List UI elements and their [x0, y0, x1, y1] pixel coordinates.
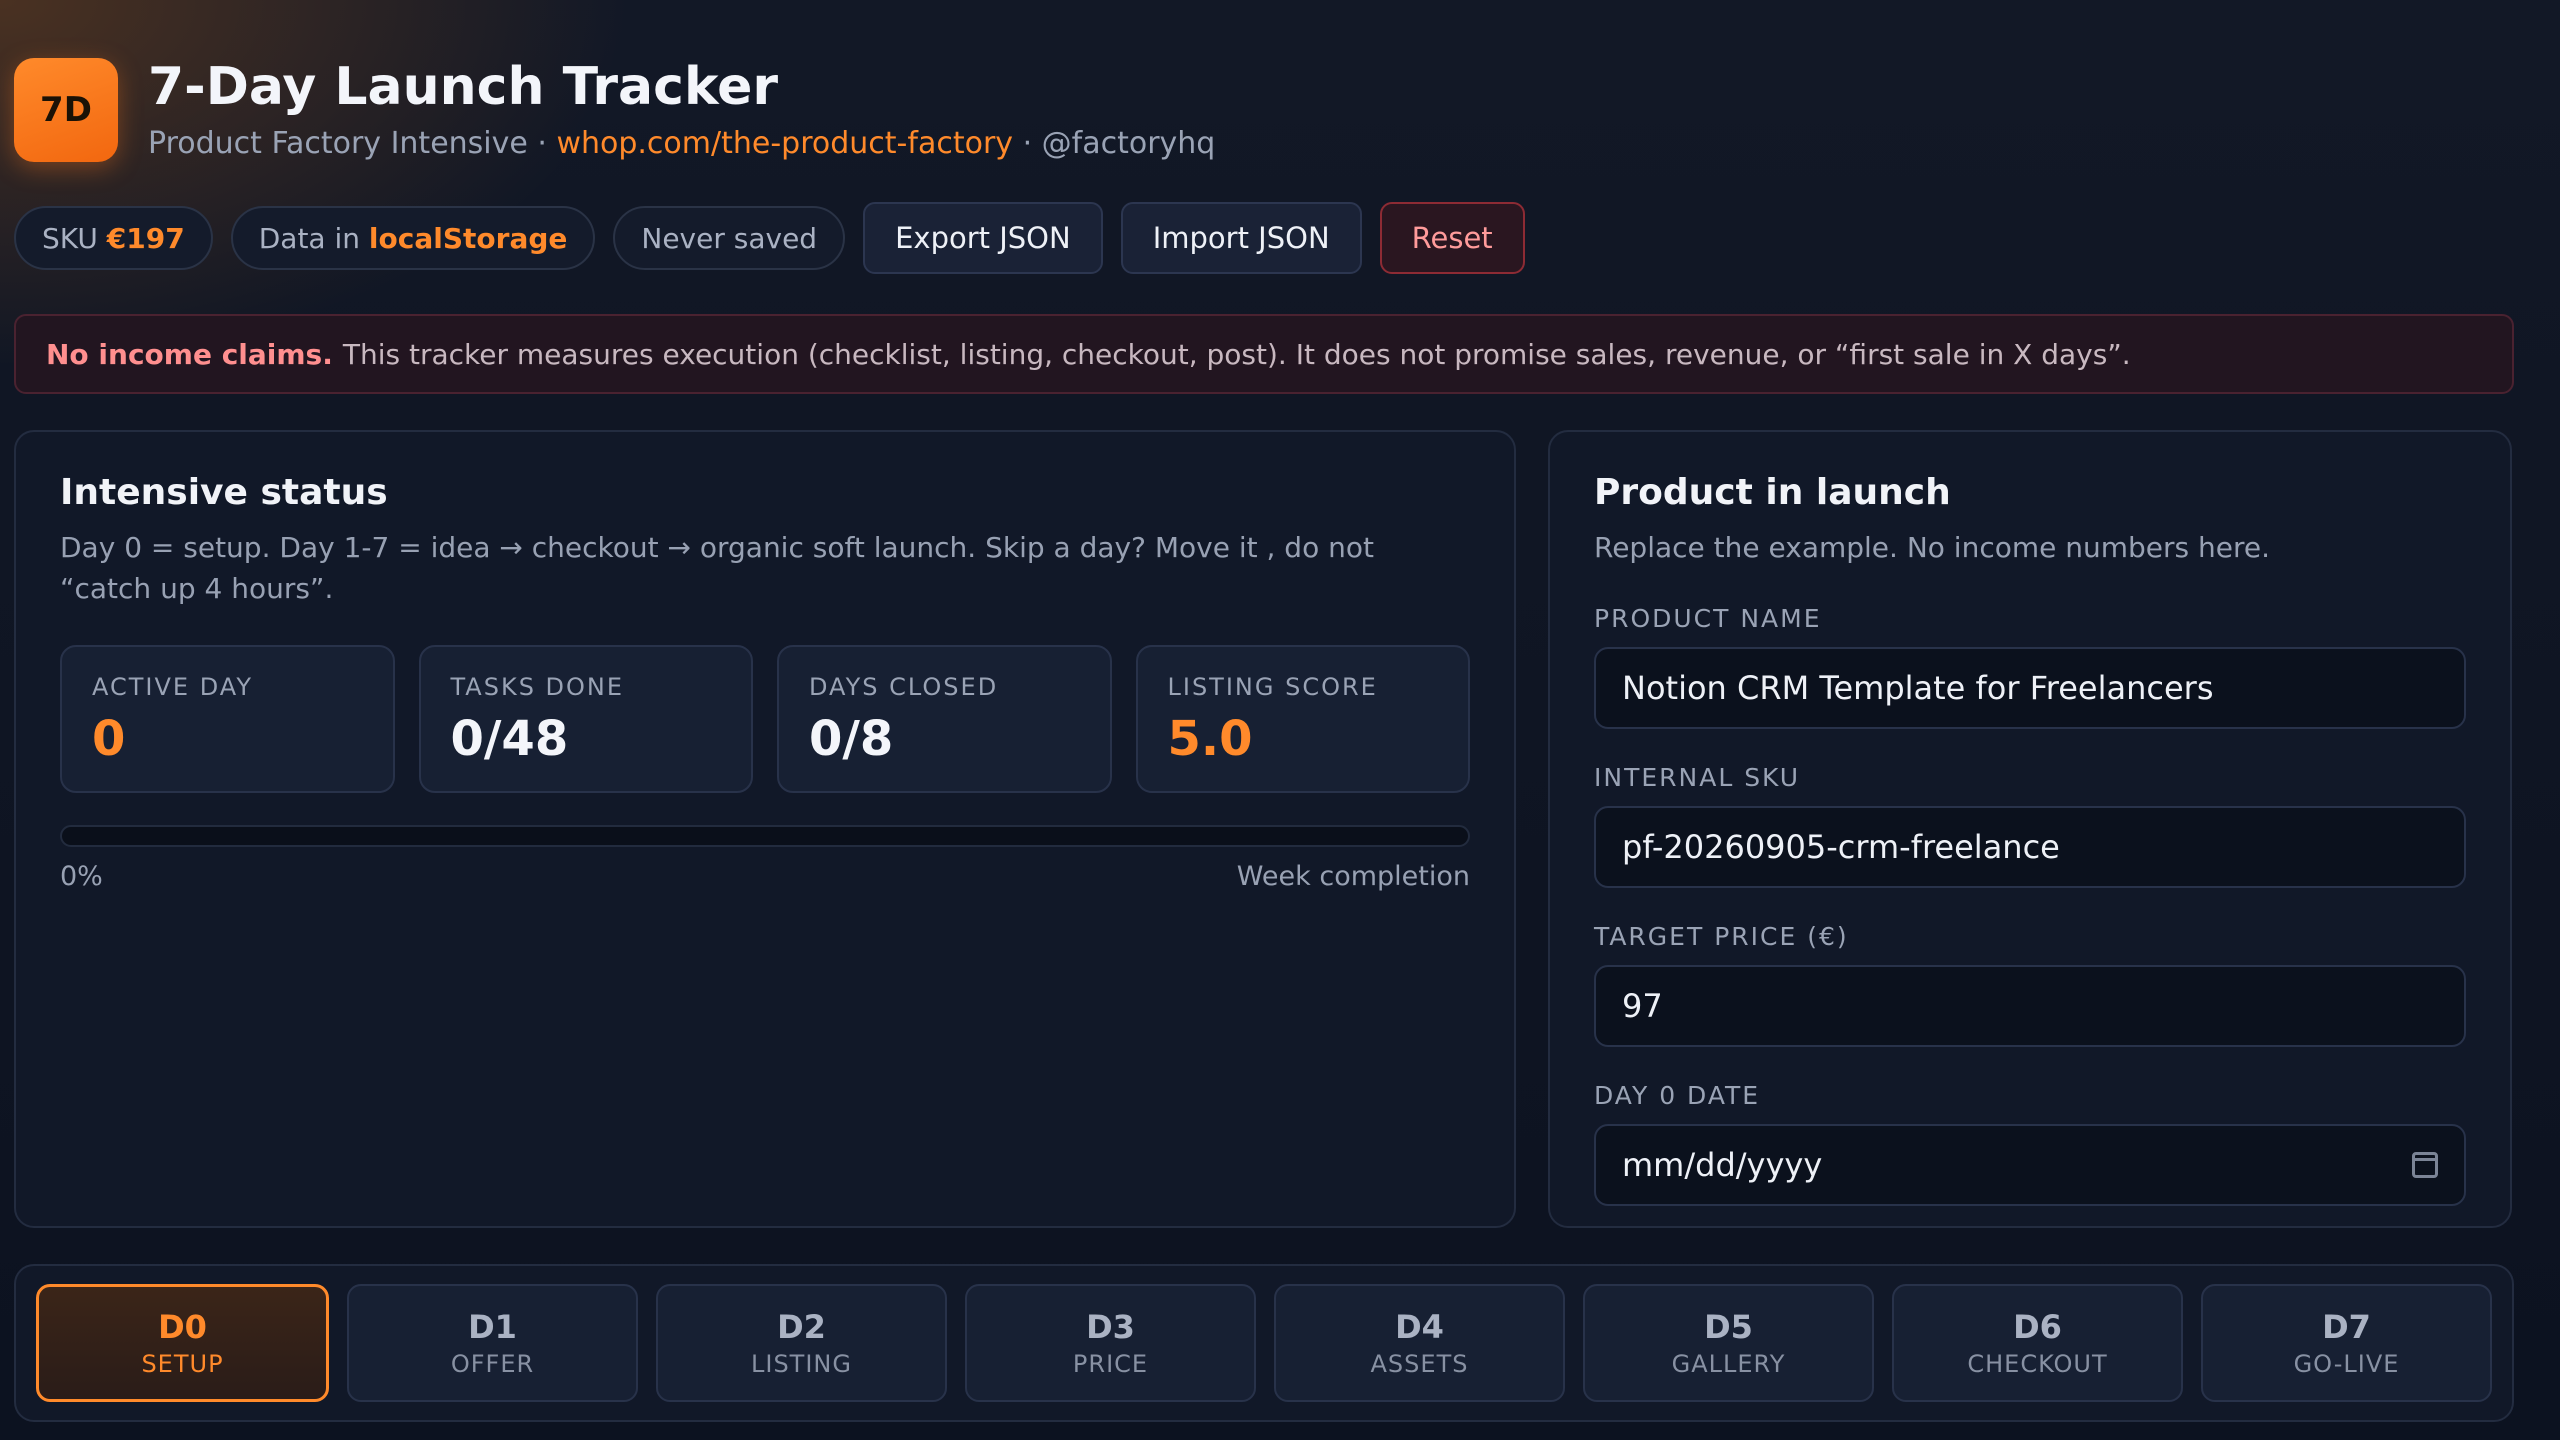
tab-day-1[interactable]: D1 OFFER: [347, 1284, 638, 1402]
input-value: pf-20260905-crm-freelance: [1622, 828, 2060, 866]
intensive-status-panel: Intensive status Day 0 = setup. Day 1-7 …: [14, 430, 1516, 1228]
progress-labels: 0% Week completion: [60, 861, 1470, 892]
app-logo: 7D: [14, 58, 118, 162]
store-link[interactable]: whop.com/the-product-factory: [556, 126, 1013, 161]
subtitle-suffix: · @factoryhq: [1013, 126, 1216, 162]
export-json-button[interactable]: Export JSON: [863, 202, 1103, 274]
status-title: Intensive status: [60, 472, 388, 513]
product-name-label: PRODUCT NAME: [1594, 604, 1822, 633]
product-panel: Product in launch Replace the example. N…: [1548, 430, 2512, 1228]
progress-percent: 0%: [60, 861, 103, 892]
target-price-input[interactable]: 97: [1594, 965, 2466, 1047]
sku-badge: SKU €197: [14, 206, 213, 270]
stat-label: DAYS CLOSED: [809, 673, 999, 701]
day-number: D5: [1704, 1308, 1753, 1346]
day-name: CHECKOUT: [1967, 1350, 2108, 1378]
stats-row: ACTIVE DAY 0 TASKS DONE 0/48 DAYS CLOSED…: [60, 645, 1470, 793]
day-number: D7: [2322, 1308, 2371, 1346]
product-title: Product in launch: [1594, 472, 1951, 513]
product-name-input[interactable]: Notion CRM Template for Freelancers: [1594, 647, 2466, 729]
day0-date-input[interactable]: mm/dd/yyyy: [1594, 1124, 2466, 1206]
day-number: D0: [158, 1308, 207, 1346]
target-price-label: TARGET PRICE (€): [1594, 922, 1849, 951]
day-name: GO-LIVE: [2293, 1350, 2400, 1378]
import-json-button[interactable]: Import JSON: [1120, 202, 1362, 274]
stat-listing-score: LISTING SCORE 5.0: [1135, 645, 1470, 793]
tab-day-5[interactable]: D5 GALLERY: [1583, 1284, 1874, 1402]
sku-value: €197: [106, 221, 185, 255]
day-number: D3: [1086, 1308, 1135, 1346]
day-tabs: D0 SETUP D1 OFFER D2 LISTING D3 PRICE D4…: [14, 1264, 2514, 1422]
tab-day-7[interactable]: D7 GO-LIVE: [2201, 1284, 2492, 1402]
day0-date-label: DAY 0 DATE: [1594, 1081, 1761, 1110]
toolbar: SKU €197 Data in localStorage Never save…: [14, 202, 1525, 274]
day-number: D2: [777, 1308, 826, 1346]
day-name: GALLERY: [1671, 1350, 1786, 1378]
stat-label: TASKS DONE: [450, 673, 625, 701]
tab-day-2[interactable]: D2 LISTING: [656, 1284, 947, 1402]
save-status-badge: Never saved: [613, 206, 846, 270]
product-description: Replace the example. No income numbers h…: [1594, 531, 2271, 564]
stat-value: 0/8: [809, 711, 894, 767]
progress-caption: Week completion: [1236, 861, 1470, 892]
subtitle-prefix: Product Factory Intensive ·: [148, 126, 557, 162]
day-name: SETUP: [141, 1350, 224, 1378]
storage-label: Data in: [258, 221, 361, 255]
tab-day-0[interactable]: D0 SETUP: [36, 1284, 329, 1402]
page-subtitle: Product Factory Intensive · whop.com/the…: [148, 126, 1215, 161]
stat-label: ACTIVE DAY: [92, 673, 253, 701]
stat-days-closed: DAYS CLOSED 0/8: [777, 645, 1112, 793]
day-name: LISTING: [751, 1350, 852, 1378]
disclaimer-title: No income claims.: [46, 337, 333, 371]
week-progress-bar: [60, 825, 1470, 847]
internal-sku-label: INTERNAL SKU: [1594, 763, 1801, 792]
reset-button[interactable]: Reset: [1379, 202, 1525, 274]
tab-day-6[interactable]: D6 CHECKOUT: [1892, 1284, 2183, 1402]
day-name: OFFER: [450, 1350, 535, 1378]
disclaimer-text: This tracker measures execution (checkli…: [342, 337, 2131, 371]
stat-tasks-done: TASKS DONE 0/48: [418, 645, 753, 793]
input-value: mm/dd/yyyy: [1622, 1146, 1823, 1184]
input-value: Notion CRM Template for Freelancers: [1622, 669, 2214, 707]
calendar-icon[interactable]: [2412, 1152, 2438, 1178]
storage-badge: Data in localStorage: [230, 206, 596, 270]
stat-label: LISTING SCORE: [1167, 673, 1378, 701]
stat-value: 0: [92, 711, 126, 767]
stat-active-day: ACTIVE DAY 0: [60, 645, 395, 793]
page-title: 7-Day Launch Tracker: [148, 56, 779, 117]
header-text: 7-Day Launch Tracker Product Factory Int…: [148, 56, 1215, 161]
tab-day-4[interactable]: D4 ASSETS: [1274, 1284, 1565, 1402]
day-number: D1: [468, 1308, 517, 1346]
storage-value: localStorage: [368, 221, 568, 255]
app-header: 7D 7-Day Launch Tracker Product Factory …: [14, 58, 1215, 162]
status-description: Day 0 = setup. Day 1-7 = idea → checkout…: [60, 531, 1374, 605]
internal-sku-input[interactable]: pf-20260905-crm-freelance: [1594, 806, 2466, 888]
income-disclaimer: No income claims. This tracker measures …: [14, 314, 2514, 394]
day-number: D6: [2013, 1308, 2062, 1346]
input-value: 97: [1622, 987, 1663, 1025]
day-name: ASSETS: [1370, 1350, 1469, 1378]
day-name: PRICE: [1072, 1350, 1149, 1378]
day-number: D4: [1395, 1308, 1444, 1346]
stat-value: 0/48: [450, 711, 569, 767]
tab-day-3[interactable]: D3 PRICE: [965, 1284, 1256, 1402]
stat-value: 5.0: [1167, 711, 1253, 767]
sku-label: SKU: [42, 221, 98, 255]
